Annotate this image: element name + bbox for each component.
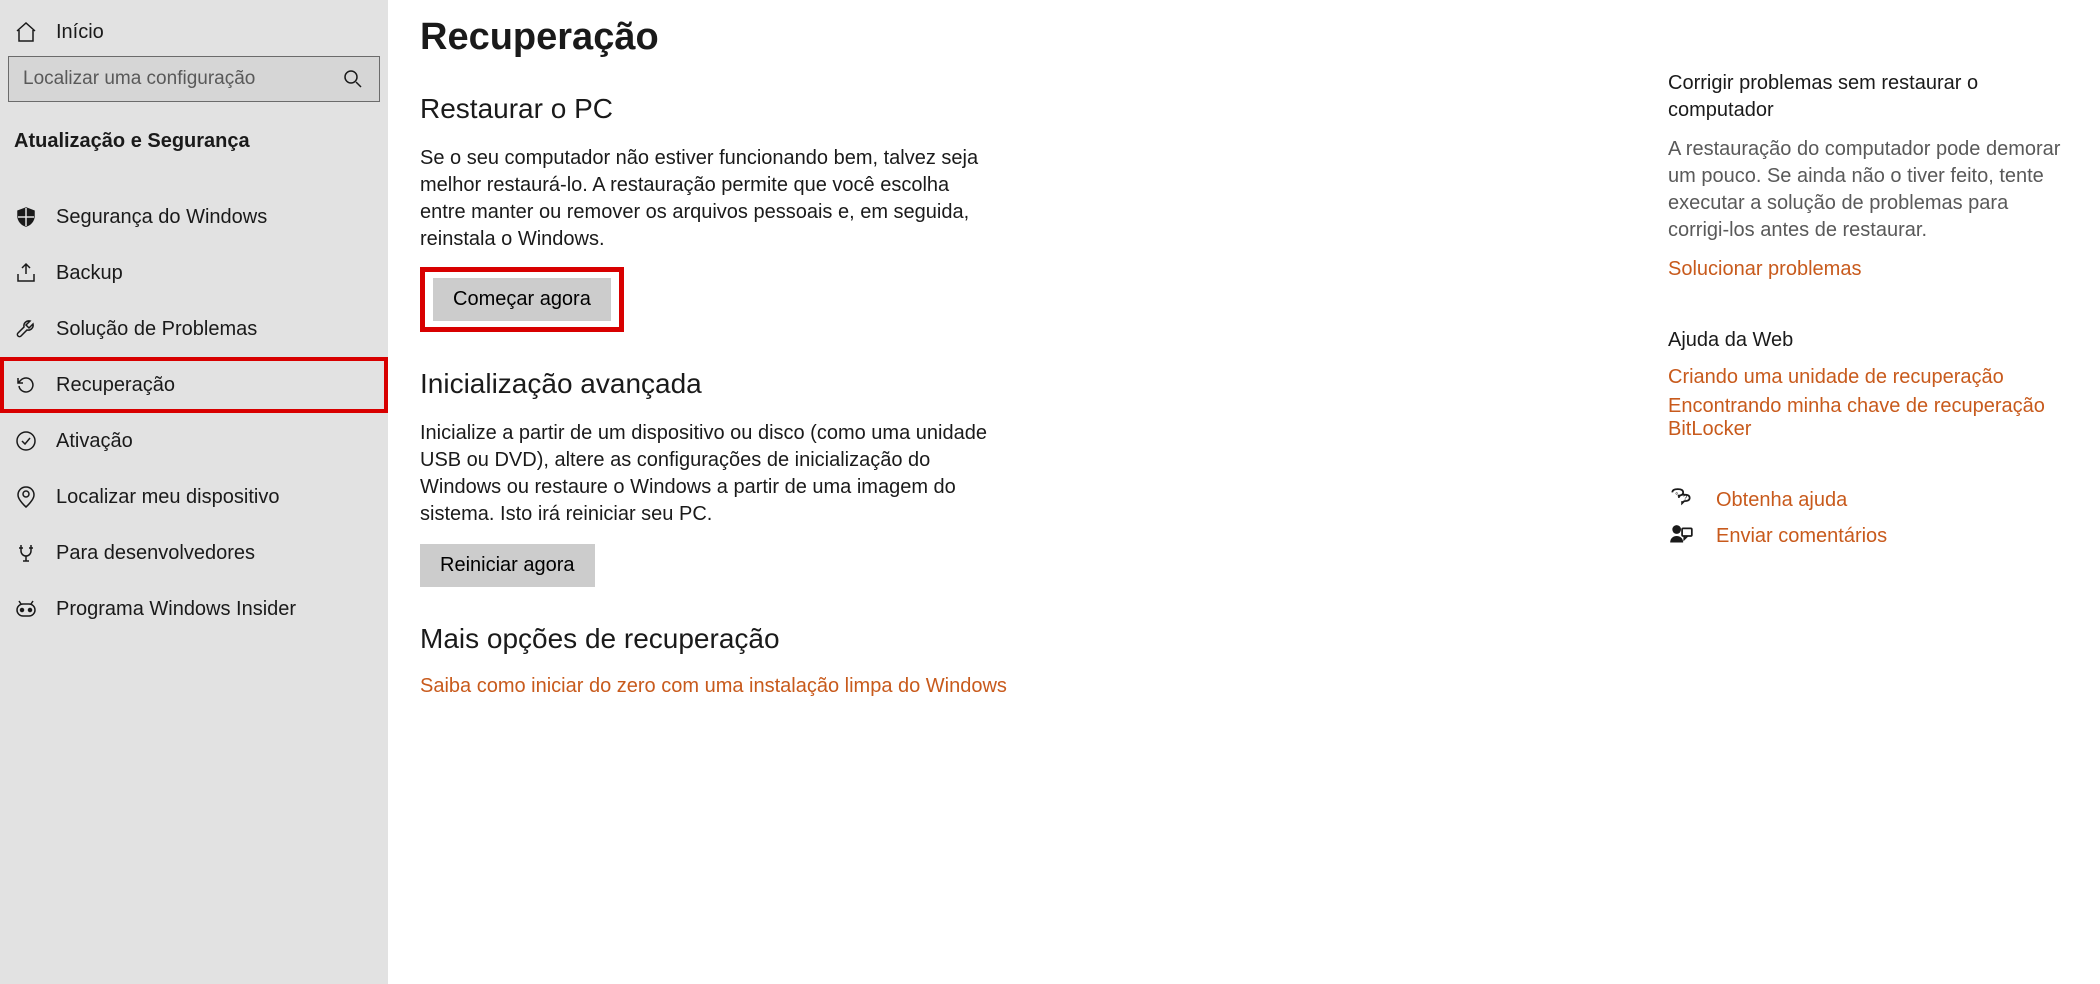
reset-section-body: Se o seu computador não estiver funciona… bbox=[420, 145, 1000, 253]
restart-now-button[interactable]: Reiniciar agora bbox=[420, 544, 595, 587]
sidebar-nav-list: Segurança do Windows Backup Solução de P… bbox=[0, 189, 388, 637]
search-container bbox=[0, 56, 388, 122]
settings-sidebar: Início Atualização e Segurança Segurança… bbox=[0, 0, 388, 984]
troubleshoot-link[interactable]: Solucionar problemas bbox=[1668, 258, 2068, 281]
fresh-start-link[interactable]: Saiba como iniciar do zero com uma insta… bbox=[420, 675, 1240, 698]
actions-section: ? Obtenha ajuda Enviar comentários bbox=[1668, 487, 2068, 549]
sidebar-item-findmydevice[interactable]: Localizar meu dispositivo bbox=[0, 469, 388, 525]
sidebar-item-label: Programa Windows Insider bbox=[56, 598, 296, 621]
center-column: Recuperação Restaurar o PC Se o seu comp… bbox=[420, 16, 1240, 984]
web-help-section: Ajuda da Web Criando uma unidade de recu… bbox=[1668, 327, 2068, 441]
wrench-icon bbox=[14, 317, 38, 341]
sidebar-item-security[interactable]: Segurança do Windows bbox=[0, 189, 388, 245]
get-help-row[interactable]: ? Obtenha ajuda bbox=[1668, 487, 2068, 513]
backup-icon bbox=[14, 261, 38, 285]
sidebar-item-label: Backup bbox=[56, 262, 123, 285]
reset-button-highlight: Começar agora bbox=[420, 267, 624, 332]
developer-icon bbox=[14, 541, 38, 565]
insider-icon bbox=[14, 597, 38, 621]
sidebar-home[interactable]: Início bbox=[0, 0, 388, 56]
sidebar-category: Atualização e Segurança bbox=[0, 122, 388, 189]
reset-section-title: Restaurar o PC bbox=[420, 93, 1240, 125]
sidebar-item-backup[interactable]: Backup bbox=[0, 245, 388, 301]
home-icon bbox=[14, 20, 38, 44]
search-icon bbox=[341, 67, 365, 91]
check-circle-icon bbox=[14, 429, 38, 453]
home-label: Início bbox=[56, 21, 104, 44]
sidebar-item-label: Para desenvolvedores bbox=[56, 542, 255, 565]
sidebar-item-label: Ativação bbox=[56, 430, 133, 453]
help-icon: ? bbox=[1668, 487, 1694, 513]
sidebar-item-developers[interactable]: Para desenvolvedores bbox=[0, 525, 388, 581]
shield-icon bbox=[14, 205, 38, 229]
advanced-section-title: Inicialização avançada bbox=[420, 368, 1240, 400]
sidebar-item-troubleshoot[interactable]: Solução de Problemas bbox=[0, 301, 388, 357]
sidebar-item-insider[interactable]: Programa Windows Insider bbox=[0, 581, 388, 637]
recovery-icon bbox=[14, 373, 38, 397]
main-content: Recuperação Restaurar o PC Se o seu comp… bbox=[388, 0, 2100, 984]
recovery-drive-link[interactable]: Criando uma unidade de recuperação bbox=[1668, 366, 2068, 389]
more-options-title: Mais opções de recuperação bbox=[420, 623, 1240, 655]
sidebar-item-recovery[interactable]: Recuperação bbox=[0, 357, 388, 413]
search-input[interactable] bbox=[23, 68, 341, 90]
feedback-row[interactable]: Enviar comentários bbox=[1668, 523, 2068, 549]
fix-body: A restauração do computador pode demorar… bbox=[1668, 136, 2068, 244]
bitlocker-key-link[interactable]: Encontrando minha chave de recuperação B… bbox=[1668, 395, 2068, 441]
fix-title: Corrigir problemas sem restaurar o compu… bbox=[1668, 70, 2068, 124]
sidebar-item-label: Segurança do Windows bbox=[56, 206, 267, 229]
fix-problems-section: Corrigir problemas sem restaurar o compu… bbox=[1668, 70, 2068, 281]
sidebar-item-label: Recuperação bbox=[56, 374, 175, 397]
search-box[interactable] bbox=[8, 56, 380, 102]
advanced-section-body: Inicialize a partir de um dispositivo ou… bbox=[420, 420, 1000, 528]
sidebar-item-label: Solução de Problemas bbox=[56, 318, 257, 341]
right-column: Corrigir problemas sem restaurar o compu… bbox=[1668, 16, 2068, 984]
svg-text:?: ? bbox=[1683, 493, 1687, 502]
sidebar-item-activation[interactable]: Ativação bbox=[0, 413, 388, 469]
web-help-title: Ajuda da Web bbox=[1668, 327, 2068, 354]
feedback-link[interactable]: Enviar comentários bbox=[1716, 525, 1887, 548]
location-icon bbox=[14, 485, 38, 509]
reset-start-button[interactable]: Começar agora bbox=[433, 278, 611, 321]
page-title: Recuperação bbox=[420, 16, 1240, 59]
get-help-link[interactable]: Obtenha ajuda bbox=[1716, 489, 1847, 512]
feedback-icon bbox=[1668, 523, 1694, 549]
sidebar-item-label: Localizar meu dispositivo bbox=[56, 486, 279, 509]
